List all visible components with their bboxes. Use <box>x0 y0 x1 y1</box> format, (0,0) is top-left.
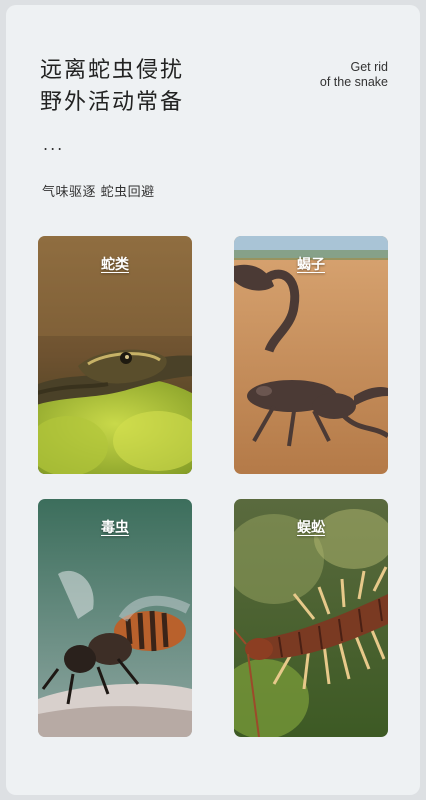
tile-centipede[interactable]: 蜈蚣 <box>234 499 388 737</box>
tile-label-scorpion: 蝎子 <box>297 257 325 273</box>
page-title: 远离蛇虫侵扰 野外活动常备 <box>40 55 184 119</box>
tile-snake[interactable]: 蛇类 <box>38 236 192 474</box>
tile-label-insect: 毒虫 <box>101 520 129 536</box>
subtitle: 气味驱逐 蛇虫回避 <box>42 185 155 200</box>
tile-label-snake: 蛇类 <box>101 257 129 273</box>
title-line-2: 野外活动常备 <box>40 90 185 115</box>
tile-scorpion[interactable]: 蝎子 <box>234 236 388 474</box>
poster-card: 远离蛇虫侵扰 野外活动常备 Get rid of the snake ... 气… <box>6 5 420 795</box>
english-line-1: Get rid <box>350 60 388 74</box>
tile-insect[interactable]: 毒虫 <box>38 499 192 737</box>
english-tagline: Get rid of the snake <box>320 60 388 90</box>
ellipsis-dots: ... <box>43 135 65 154</box>
title-line-1: 远离蛇虫侵扰 <box>40 58 185 83</box>
english-line-2: of the snake <box>319 75 388 89</box>
tile-label-centipede: 蜈蚣 <box>297 520 325 536</box>
